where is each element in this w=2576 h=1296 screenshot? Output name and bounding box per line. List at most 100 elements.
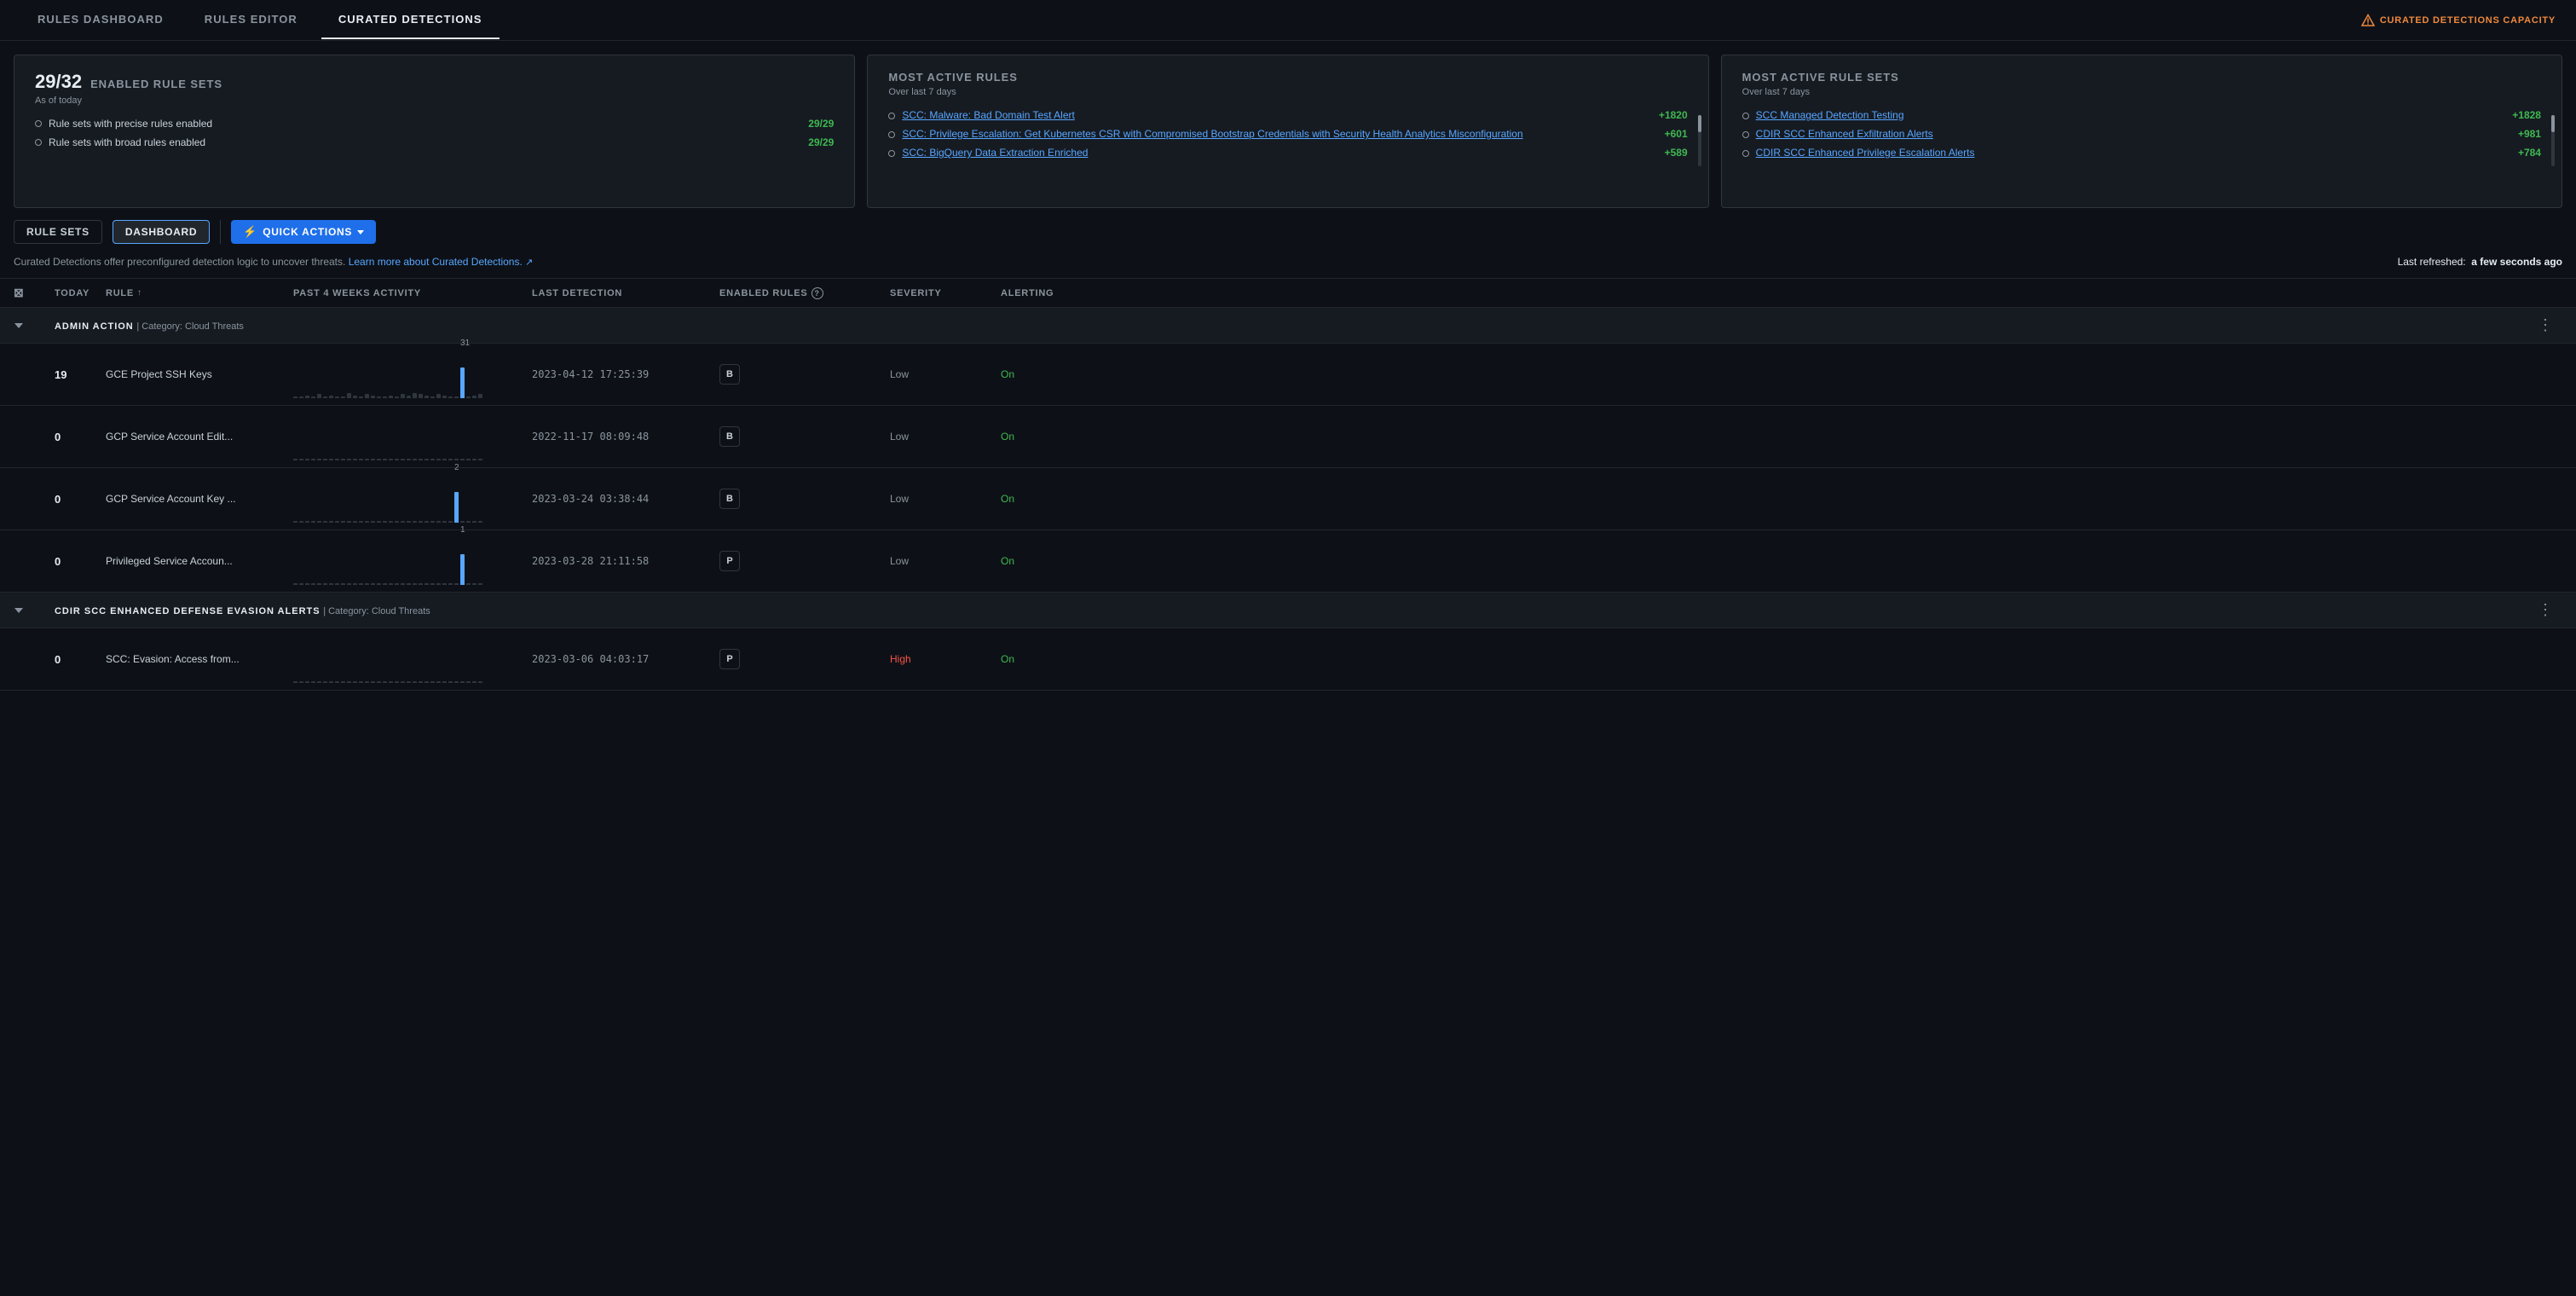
chart-bar: [383, 459, 387, 460]
chart-bar: [460, 367, 465, 398]
chart-bar: [347, 459, 351, 460]
most-active-rule-sets-list: SCC Managed Detection Testing +1828 CDIR…: [1742, 109, 2541, 159]
chart-bar: [413, 583, 417, 585]
chart-bar: [413, 681, 417, 683]
chart-bar: [329, 583, 333, 585]
chart-bar: [401, 459, 405, 460]
chart-bar: [323, 521, 327, 523]
last-refresh: Last refreshed: a few seconds ago: [2398, 256, 2562, 268]
chart-bar: [442, 396, 447, 398]
cell-last-detection: 2022-11-17 08:09:48: [532, 431, 719, 443]
chart-bar: [430, 681, 435, 683]
rule-dot: [888, 150, 895, 157]
group-more-menu-0[interactable]: ⋮: [2528, 316, 2562, 334]
cell-today: 0: [55, 653, 106, 666]
chart-bar: [311, 681, 315, 683]
stat-item-precise: Rule sets with precise rules enabled 29/…: [35, 118, 834, 130]
cell-rule: GCE Project SSH Keys: [106, 368, 293, 380]
cell-chart: [293, 413, 532, 460]
chart-bar: [371, 681, 375, 683]
most-active-rule-sets-card: MOST ACTIVE RULE SETS Over last 7 days S…: [1721, 55, 2562, 208]
chart-bar: [466, 521, 471, 523]
cell-today: 0: [55, 555, 106, 568]
data-row-0-0: 19 GCE Project SSH Keys 31 2023-04-12 17…: [0, 344, 2576, 406]
tab-rules-dashboard[interactable]: RULES DASHBOARD: [20, 1, 181, 39]
chart-bar: [460, 459, 465, 460]
info-icon-enabled-rules[interactable]: ?: [811, 287, 823, 299]
mini-chart: [293, 426, 525, 460]
chart-bar: [448, 396, 453, 398]
cell-alerting: On: [1001, 493, 1129, 505]
chart-bar: [407, 459, 411, 460]
info-bar: Curated Detections offer preconfigured d…: [0, 256, 2576, 278]
chart-bar: [299, 583, 303, 585]
cell-rule: GCP Service Account Edit...: [106, 431, 293, 443]
chart-bar: [472, 521, 477, 523]
chart-bar: [377, 681, 381, 683]
cell-severity: Low: [890, 431, 1001, 443]
rule-name-link[interactable]: SCC: BigQuery Data Extraction Enriched: [902, 147, 1657, 159]
chart-bar: [472, 583, 477, 585]
most-active-rule-item: SCC: Privilege Escalation: Get Kubernete…: [888, 128, 1687, 140]
chart-bar: [341, 396, 345, 398]
tab-rules-editor[interactable]: RULES EDITOR: [188, 1, 315, 39]
scroll-thumb-sets: [2551, 115, 2555, 132]
chart-bar: [436, 681, 441, 683]
table-body: ADMIN ACTION | Category: Cloud Threats ⋮…: [0, 308, 2576, 691]
dashboard-button[interactable]: DASHBOARD: [113, 220, 210, 244]
learn-more-link[interactable]: Learn more about Curated Detections.: [349, 256, 523, 268]
chart-bar: [371, 583, 375, 585]
chart-bar: [383, 396, 387, 398]
chart-bar: [323, 583, 327, 585]
ruleset-name-link[interactable]: CDIR SCC Enhanced Exfiltration Alerts: [1756, 128, 2511, 140]
chart-bar: [466, 681, 471, 683]
rule-badge: B: [719, 426, 740, 447]
chart-wrapper: 2: [293, 475, 525, 523]
ruleset-name-link[interactable]: CDIR SCC Enhanced Privilege Escalation A…: [1756, 147, 2511, 159]
chart-bar: [478, 394, 482, 398]
nav-warning: CURATED DETECTIONS CAPACITY: [2361, 14, 2556, 27]
chart-bar: [353, 396, 357, 398]
chart-bar: [401, 521, 405, 523]
chart-bar: [299, 459, 303, 460]
rule-dot: [888, 131, 895, 138]
chart-bar: [335, 583, 339, 585]
rule-name-link[interactable]: SCC: Privilege Escalation: Get Kubernete…: [902, 128, 1657, 140]
ruleset-name-link[interactable]: SCC Managed Detection Testing: [1756, 109, 2506, 121]
chart-bar: [389, 583, 393, 585]
rule-sets-button[interactable]: RULE SETS: [14, 220, 102, 244]
chart-bar: [341, 583, 345, 585]
cell-badge: B: [719, 426, 890, 447]
most-active-rules-list: SCC: Malware: Bad Domain Test Alert +182…: [888, 109, 1687, 159]
scroll-thumb: [1698, 115, 1701, 132]
chart-bar: [323, 459, 327, 460]
rule-name-link[interactable]: SCC: Malware: Bad Domain Test Alert: [902, 109, 1652, 121]
chart-peak-label: 2: [454, 463, 459, 472]
chart-bar: [293, 521, 297, 523]
group-row-1[interactable]: CDIR SCC ENHANCED DEFENSE EVASION ALERTS…: [0, 593, 2576, 628]
enabled-rule-sets-card: 29/32 ENABLED RULE SETS As of today Rule…: [14, 55, 855, 208]
chart-bar: [353, 459, 357, 460]
expand-collapse-icon[interactable]: ⊠: [14, 286, 25, 300]
stat-item-broad: Rule sets with broad rules enabled 29/29: [35, 136, 834, 148]
group-more-menu-1[interactable]: ⋮: [2528, 601, 2562, 619]
chart-bar: [442, 583, 447, 585]
rule-dot: [888, 113, 895, 119]
chart-bar: [335, 459, 339, 460]
tab-curated-detections[interactable]: CURATED DETECTIONS: [321, 1, 500, 39]
chart-bar: [359, 681, 363, 683]
chart-wrapper: 31: [293, 350, 525, 398]
chart-bar: [419, 681, 423, 683]
chart-bar: [305, 583, 309, 585]
quick-actions-button[interactable]: ⚡ QUICK ACTIONS: [231, 220, 376, 244]
chart-bar: [425, 681, 429, 683]
chart-bar: [377, 583, 381, 585]
chart-bar: [347, 521, 351, 523]
chart-bar: [341, 681, 345, 683]
chart-bar: [472, 681, 477, 683]
group-row-0[interactable]: ADMIN ACTION | Category: Cloud Threats ⋮: [0, 308, 2576, 344]
chart-bar: [347, 583, 351, 585]
chart-bar: [311, 583, 315, 585]
cell-rule: SCC: Evasion: Access from...: [106, 653, 293, 665]
group-chevron-0: [14, 321, 24, 331]
